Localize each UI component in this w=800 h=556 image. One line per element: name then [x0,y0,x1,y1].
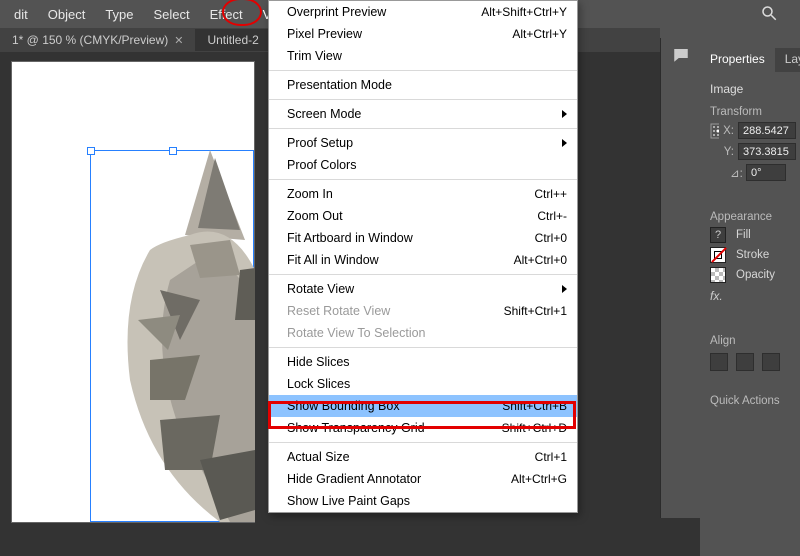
menu-item-presentation-mode[interactable]: Presentation Mode [269,74,577,96]
menu-item-trim-view[interactable]: Trim View [269,45,577,67]
search-icon[interactable] [760,4,778,22]
properties-panel: Image Transform X: Y: ⊿: Appearance ? Fil… [700,72,800,556]
opacity-swatch[interactable] [710,267,726,283]
menu-object[interactable]: Object [38,3,96,26]
rotate-field[interactable] [746,164,786,181]
menu-separator [269,70,577,71]
menu-item-lock-slices[interactable]: Lock Slices [269,373,577,395]
object-type-label: Image [700,72,800,100]
submenu-arrow-icon [562,110,567,118]
menu-separator [269,128,577,129]
menu-item-proof-colors[interactable]: Proof Colors [269,154,577,176]
align-title: Align [700,329,800,349]
menu-effect[interactable]: Effect [200,3,253,26]
opacity-label: Opacity [736,269,775,281]
menu-item-fit-artboard[interactable]: Fit Artboard in WindowCtrl+0 [269,227,577,249]
x-label: X: [723,125,734,137]
tab-layers[interactable]: Laye [775,48,800,72]
menu-separator [269,274,577,275]
menu-item-proof-setup[interactable]: Proof Setup [269,132,577,154]
menu-separator [269,442,577,443]
stroke-label: Stroke [736,249,769,261]
menu-item-show-transparency-grid[interactable]: Show Transparency GridShift+Ctrl+D [269,417,577,439]
align-hcenter-icon[interactable] [736,353,754,371]
tab-label: 1* @ 150 % (CMYK/Preview) [12,33,168,47]
menu-item-reset-rotate: Reset Rotate ViewShift+Ctrl+1 [269,300,577,322]
tab-doc-1[interactable]: 1* @ 150 % (CMYK/Preview) ✕ [0,29,195,51]
menu-item-zoom-in[interactable]: Zoom InCtrl++ [269,183,577,205]
transform-title: Transform [700,100,800,120]
menu-edit[interactable]: dit [4,3,38,26]
tab-doc-2[interactable]: Untitled-2 [195,29,270,51]
submenu-arrow-icon [562,285,567,293]
menu-separator [269,179,577,180]
y-label: Y: [724,146,734,158]
menu-item-rotate-to-selection: Rotate View To Selection [269,322,577,344]
appearance-title: Appearance [700,205,800,225]
menu-item-overprint-preview[interactable]: Overprint PreviewAlt+Shift+Ctrl+Y [269,1,577,23]
menu-item-pixel-preview[interactable]: Pixel PreviewAlt+Ctrl+Y [269,23,577,45]
fx-label[interactable]: fx. [700,285,800,307]
menu-item-rotate-view[interactable]: Rotate View [269,278,577,300]
y-field[interactable] [738,143,796,160]
menu-item-hide-slices[interactable]: Hide Slices [269,351,577,373]
x-field[interactable] [738,122,796,139]
stroke-swatch[interactable] [710,247,726,263]
menu-item-fit-all[interactable]: Fit All in WindowAlt+Ctrl+0 [269,249,577,271]
menu-item-hide-gradient-annotator[interactable]: Hide Gradient AnnotatorAlt+Ctrl+G [269,468,577,490]
menu-item-show-live-paint-gaps[interactable]: Show Live Paint Gaps [269,490,577,512]
menu-separator [269,99,577,100]
menu-type[interactable]: Type [95,3,143,26]
selection-bounding-box[interactable] [90,150,254,522]
panel-dock [660,38,700,518]
fill-label: Fill [736,229,751,241]
menu-separator [269,347,577,348]
menu-item-show-bounding-box[interactable]: Show Bounding BoxShift+Ctrl+B [269,395,577,417]
align-right-icon[interactable] [762,353,780,371]
properties-tabs: Properties Laye [700,48,800,72]
menu-item-screen-mode[interactable]: Screen Mode [269,103,577,125]
tab-properties[interactable]: Properties [700,48,775,72]
tab-label: Untitled-2 [207,33,258,47]
fill-swatch[interactable]: ? [710,227,726,243]
comments-panel-icon[interactable] [661,38,701,72]
close-icon[interactable]: ✕ [174,34,183,47]
quick-actions-title: Quick Actions [700,389,800,409]
submenu-arrow-icon [562,139,567,147]
reference-point-icon[interactable] [710,123,719,139]
menu-select[interactable]: Select [144,3,200,26]
menu-item-zoom-out[interactable]: Zoom OutCtrl+- [269,205,577,227]
rotate-label: ⊿: [730,166,742,180]
menu-view-dropdown: Overprint PreviewAlt+Shift+Ctrl+Y Pixel … [268,0,578,513]
menu-item-actual-size[interactable]: Actual SizeCtrl+1 [269,446,577,468]
align-left-icon[interactable] [710,353,728,371]
